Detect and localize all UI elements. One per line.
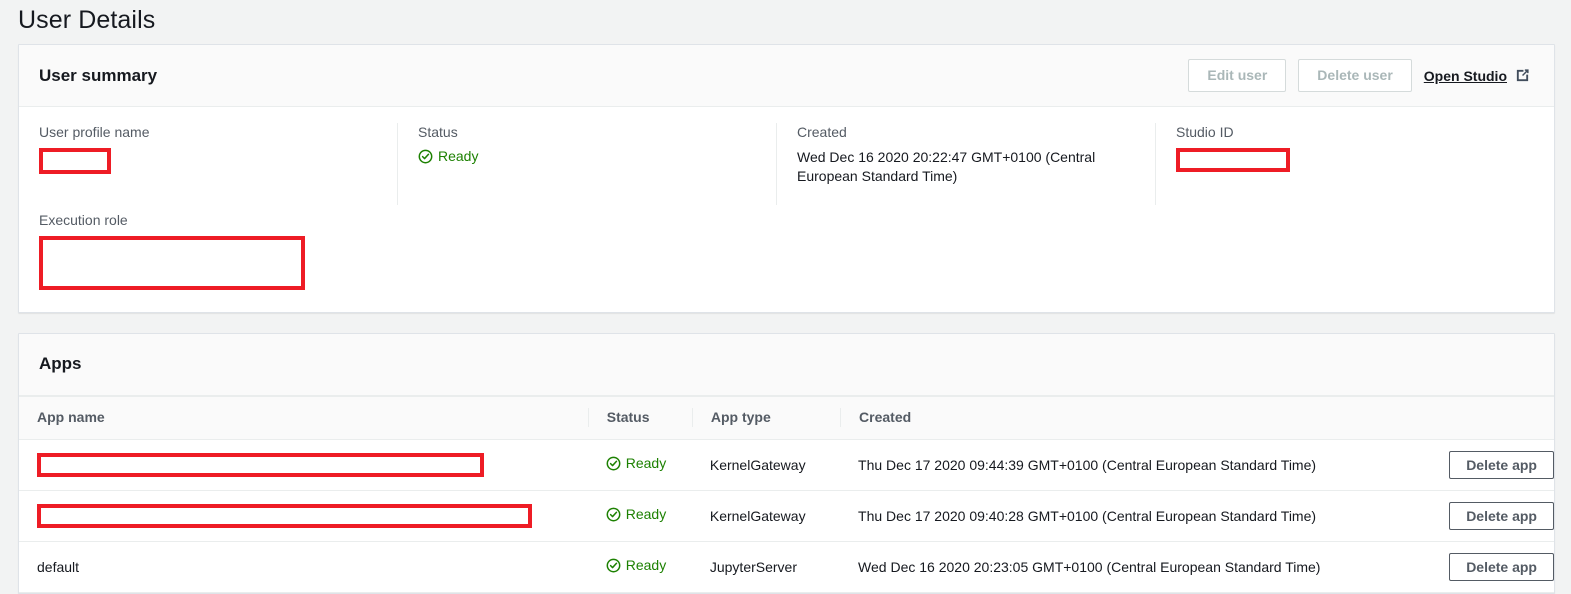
app-type-text: KernelGateway (709, 507, 806, 524)
user-summary-row-2: Execution role (39, 211, 1534, 290)
app-type-text: KernelGateway (709, 456, 806, 473)
field-user-profile-name: User profile name (39, 123, 397, 205)
cell-app-name (19, 439, 588, 491)
column-header-app-type-label: App type (691, 408, 840, 427)
cell-app-name: default (19, 541, 588, 593)
app-type-text: JupyterServer (709, 558, 798, 575)
user-summary-card: User summary Edit user Delete user Open … (18, 44, 1555, 313)
created-text: Wed Dec 16 2020 20:23:05 GMT+0100 (Centr… (858, 558, 1321, 575)
column-header-status[interactable]: Status (587, 396, 692, 440)
user-summary-body: User profile name Status Ready Created W… (19, 107, 1554, 312)
column-header-app-name-label: App name (37, 409, 105, 425)
app-name-redaction (37, 504, 532, 528)
studio-id-label: Studio ID (1176, 124, 1234, 140)
cell-app-type: JupyterServer (691, 541, 841, 593)
created-value: Wed Dec 16 2020 20:22:47 GMT+0100 (Centr… (797, 149, 1096, 184)
cell-status: Ready (587, 439, 692, 491)
column-header-actions (1370, 396, 1554, 440)
user-profile-name-redaction (39, 148, 111, 174)
status-wrapper: Ready (588, 556, 692, 578)
execution-role-label: Execution role (39, 212, 128, 228)
cell-actions: Delete app (1370, 541, 1554, 593)
cell-created: Wed Dec 16 2020 20:23:05 GMT+0100 (Centr… (840, 541, 1371, 593)
status-text: Ready (625, 557, 667, 573)
status-ready-check-icon (606, 456, 621, 471)
table-row: default Ready JupyterServer Wed Dec 16 2… (19, 541, 1554, 593)
field-status: Status Ready (397, 123, 776, 205)
app-name-wrapper (19, 453, 588, 477)
column-header-created[interactable]: Created (840, 396, 1371, 440)
apps-title: Apps (39, 354, 82, 373)
studio-id-redaction (1176, 148, 1290, 172)
table-row: Ready KernelGateway Thu Dec 17 2020 09:4… (19, 490, 1554, 542)
status-ready-check-icon (418, 149, 433, 164)
apps-card: Apps App name Status App type Created Re… (18, 333, 1555, 594)
created-label: Created (797, 124, 847, 140)
cell-actions: Delete app (1370, 490, 1554, 542)
app-name-redaction (37, 453, 484, 477)
cell-created: Thu Dec 17 2020 09:40:28 GMT+0100 (Centr… (840, 490, 1371, 542)
execution-role-redaction (39, 236, 305, 290)
cell-status: Ready (587, 490, 692, 542)
apps-table: App name Status App type Created Ready K… (19, 396, 1554, 593)
user-summary-header: User summary Edit user Delete user Open … (19, 45, 1554, 107)
status-badge: Ready (606, 505, 666, 524)
status-badge: Ready (418, 148, 478, 164)
cell-status: Ready (587, 541, 692, 593)
column-header-app-type[interactable]: App type (691, 396, 841, 440)
status-wrapper: Ready (588, 454, 692, 476)
status-ready-check-icon (606, 558, 621, 573)
delete-app-button[interactable]: Delete app (1449, 502, 1554, 530)
field-created: Created Wed Dec 16 2020 20:22:47 GMT+010… (776, 123, 1155, 205)
status-label: Status (418, 124, 458, 140)
edit-user-button[interactable]: Edit user (1188, 59, 1287, 92)
app-name-text: default (37, 558, 80, 575)
status-ready-check-icon (606, 507, 621, 522)
created-text: Thu Dec 17 2020 09:44:39 GMT+0100 (Centr… (858, 456, 1317, 473)
delete-app-button[interactable]: Delete app (1449, 553, 1554, 581)
user-summary-actions: Edit user Delete user Open Studio (1188, 59, 1534, 92)
user-summary-row-1: User profile name Status Ready Created W… (39, 123, 1534, 205)
apps-header: Apps (19, 334, 1554, 396)
cell-created: Thu Dec 17 2020 09:44:39 GMT+0100 (Centr… (840, 439, 1371, 491)
status-badge: Ready (606, 454, 666, 473)
field-studio-id: Studio ID (1155, 123, 1534, 205)
cell-actions: Delete app (1370, 439, 1554, 491)
page-title: User Details (18, 6, 156, 34)
column-header-created-label: Created (840, 408, 1371, 427)
external-link-icon (1515, 68, 1530, 83)
apps-table-header-row: App name Status App type Created (19, 396, 1554, 440)
created-text: Thu Dec 17 2020 09:40:28 GMT+0100 (Centr… (858, 507, 1317, 524)
cell-app-type: KernelGateway (691, 439, 841, 491)
column-header-app-name[interactable]: App name (19, 396, 588, 440)
app-name-wrapper (19, 504, 588, 528)
cell-app-name (19, 490, 588, 542)
open-studio-link[interactable]: Open Studio (1424, 68, 1534, 84)
column-header-status-label: Status (587, 408, 692, 427)
status-text: Ready (438, 148, 479, 164)
user-profile-name-label: User profile name (39, 124, 150, 140)
user-summary-title: User summary (39, 65, 158, 85)
field-execution-role: Execution role (39, 211, 1534, 290)
status-text: Ready (625, 506, 667, 522)
delete-user-button[interactable]: Delete user (1298, 59, 1412, 92)
delete-app-button[interactable]: Delete app (1449, 451, 1554, 479)
status-text: Ready (625, 455, 667, 471)
table-row: Ready KernelGateway Thu Dec 17 2020 09:4… (19, 439, 1554, 491)
status-badge: Ready (606, 556, 666, 575)
status-wrapper: Ready (588, 505, 692, 527)
open-studio-label: Open Studio (1423, 67, 1507, 84)
cell-app-type: KernelGateway (691, 490, 841, 542)
